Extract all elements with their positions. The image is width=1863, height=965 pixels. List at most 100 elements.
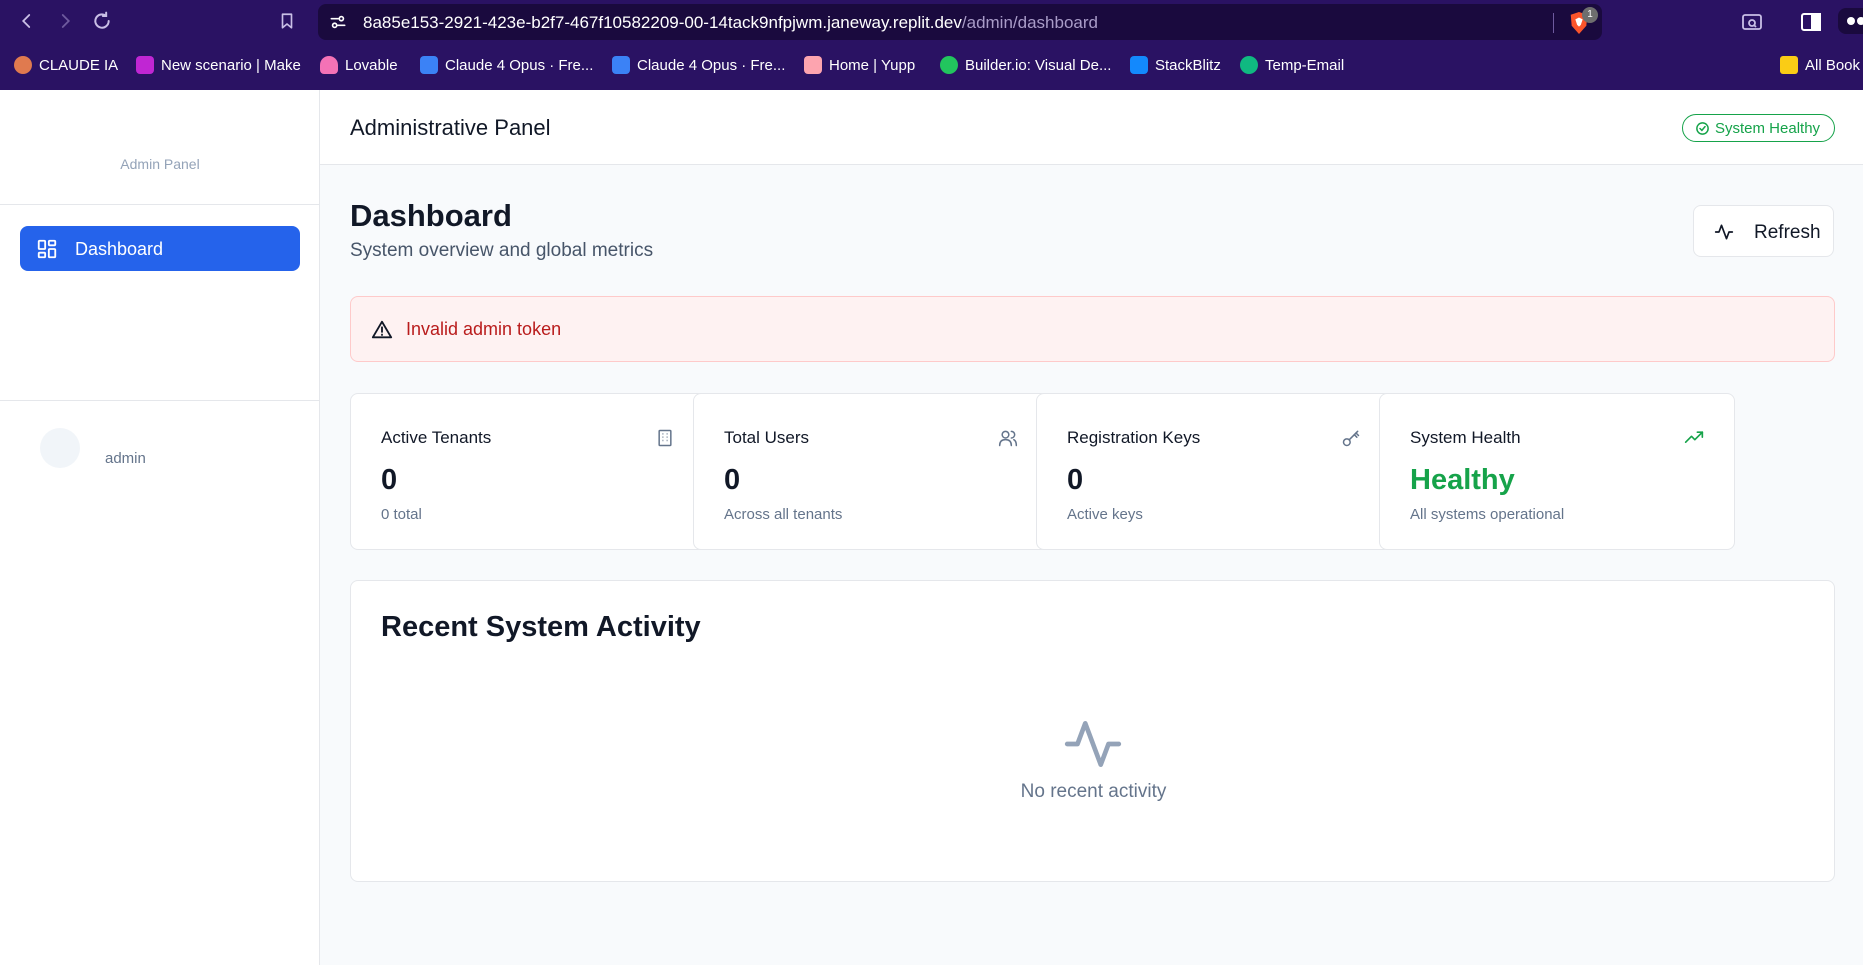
bookmark-item[interactable]: Builder.io: Visual De... xyxy=(940,53,1111,77)
back-button[interactable] xyxy=(14,8,40,34)
metric-value: 0 xyxy=(1067,464,1084,496)
sidebar-toggle-icon[interactable] xyxy=(1799,10,1823,34)
avatar[interactable] xyxy=(40,428,80,468)
bookmark-label: StackBlitz xyxy=(1155,56,1221,74)
bookmark-item[interactable]: Temp-Email xyxy=(1240,53,1344,77)
sidebar-title: Admin Panel xyxy=(120,156,200,172)
page-title: Dashboard xyxy=(350,198,512,233)
key-icon xyxy=(1342,430,1360,447)
trending-up-icon xyxy=(1684,431,1704,443)
profile-button[interactable] xyxy=(1838,8,1863,34)
app-header: Administrative Panel System Healthy xyxy=(320,90,1863,165)
url-path: /admin/dashboard xyxy=(961,13,1098,32)
sidebar-item-dashboard[interactable]: Dashboard xyxy=(20,226,300,271)
metric-title: Registration Keys xyxy=(1067,428,1201,447)
metric-card-users: Total Users 0 Across all tenants xyxy=(693,393,1049,550)
stackblitz-icon xyxy=(1130,56,1148,74)
site-settings-icon[interactable] xyxy=(328,12,348,32)
metric-title: Active Tenants xyxy=(381,428,492,447)
builder-icon xyxy=(940,56,958,74)
metric-value: Healthy xyxy=(1410,464,1515,496)
refresh-label: Refresh xyxy=(1754,222,1821,243)
sidebar-item-label: Dashboard xyxy=(75,239,164,259)
bookmarks-bar: CLAUDE IA New scenario | Make Lovable Cl… xyxy=(0,50,1863,80)
bookmark-label: Builder.io: Visual De... xyxy=(965,56,1112,74)
status-text: System Healthy xyxy=(1715,120,1821,137)
metric-subtext: Across all tenants xyxy=(724,506,843,523)
ai-icon xyxy=(612,56,630,74)
bookmark-item[interactable]: Lovable xyxy=(320,53,398,77)
temp-email-icon xyxy=(1240,56,1258,74)
back-arrow-icon xyxy=(21,14,31,28)
metric-value: 0 xyxy=(381,464,398,496)
bookmark-item[interactable]: StackBlitz xyxy=(1130,53,1221,77)
bookmark-item[interactable]: Claude 4 Opus · Fre... xyxy=(612,53,785,77)
dashboard-grid-icon xyxy=(37,239,57,259)
bookmark-item[interactable]: CLAUDE IA xyxy=(14,53,118,77)
sidebar: Admin Panel Dashboard admin xyxy=(0,90,320,965)
metric-card-keys: Registration Keys 0 Active keys xyxy=(1036,393,1392,550)
activity-empty-text: No recent activity xyxy=(1020,781,1167,802)
sidebar-divider xyxy=(0,400,320,401)
refresh-button[interactable]: Refresh xyxy=(1693,205,1834,257)
bookmark-label: Temp-Email xyxy=(1265,56,1345,74)
yupp-icon xyxy=(804,56,822,74)
make-icon xyxy=(136,56,154,74)
metric-subtext: Active keys xyxy=(1067,506,1143,523)
bookmark-item[interactable]: New scenario | Make xyxy=(136,53,301,77)
bookmark-label: All Book xyxy=(1805,56,1861,74)
address-divider xyxy=(1553,13,1554,33)
header-title: Administrative Panel xyxy=(350,115,551,140)
browser-toolbar: 8a85e153-2921-423e-b2f7-467f10582209-00-… xyxy=(0,0,1863,42)
user-name: admin xyxy=(105,450,146,467)
bookmark-label: Home | Yupp xyxy=(829,56,916,74)
bookmark-label: New scenario | Make xyxy=(161,56,301,74)
forward-arrow-icon xyxy=(61,14,71,28)
activity-pulse-icon xyxy=(1064,721,1122,767)
address-bar[interactable]: 8a85e153-2921-423e-b2f7-467f10582209-00-… xyxy=(318,4,1602,40)
tab-search-icon[interactable] xyxy=(1740,10,1764,34)
metric-title: System Health xyxy=(1410,428,1521,447)
users-icon xyxy=(998,430,1018,447)
claude-icon xyxy=(14,56,32,74)
lovable-icon xyxy=(320,56,338,74)
metric-title: Total Users xyxy=(724,428,810,447)
check-circle-icon xyxy=(1696,122,1709,135)
shield-count-badge: 1 xyxy=(1582,7,1598,23)
bookmark-page-button[interactable] xyxy=(274,8,300,34)
metric-card-tenants: Active Tenants 0 0 total xyxy=(350,393,706,550)
alert-text: Invalid admin token xyxy=(406,319,562,339)
warning-triangle-icon xyxy=(371,320,393,339)
reload-button[interactable] xyxy=(89,8,115,34)
bookmark-label: Claude 4 Opus · Fre... xyxy=(637,56,786,74)
activity-title: Recent System Activity xyxy=(381,611,701,643)
sidebar-divider xyxy=(0,204,320,205)
main-content: Administrative Panel System Healthy Dash… xyxy=(320,90,1863,965)
page-subtitle: System overview and global metrics xyxy=(350,240,654,261)
bookmark-label: Lovable xyxy=(345,56,398,74)
status-badge: System Healthy xyxy=(1682,114,1835,142)
activity-icon xyxy=(1714,224,1734,240)
bookmark-item[interactable]: All Book xyxy=(1780,53,1860,77)
recent-activity-panel: Recent System Activity No recent activit… xyxy=(350,580,1835,882)
url-host: 8a85e153-2921-423e-b2f7-467f10582209-00-… xyxy=(363,13,962,32)
glasses-icon xyxy=(1847,17,1863,25)
reload-icon xyxy=(94,11,110,29)
forward-button[interactable] xyxy=(52,8,78,34)
folder-icon xyxy=(1780,56,1798,74)
ai-icon xyxy=(420,56,438,74)
admin-app: Admin Panel Dashboard admin Administrati… xyxy=(0,90,1863,965)
bookmark-icon xyxy=(281,13,293,29)
metric-value: 0 xyxy=(724,464,741,496)
browser-chrome: 8a85e153-2921-423e-b2f7-467f10582209-00-… xyxy=(0,0,1863,90)
url-text[interactable]: 8a85e153-2921-423e-b2f7-467f10582209-00-… xyxy=(363,13,1098,33)
error-alert: Invalid admin token xyxy=(350,296,1835,362)
metric-card-health: System Health Healthy All systems operat… xyxy=(1379,393,1735,550)
bookmark-label: Claude 4 Opus · Fre... xyxy=(445,56,594,74)
metric-subtext: 0 total xyxy=(381,506,422,523)
bookmark-item[interactable]: Home | Yupp xyxy=(804,53,915,77)
building-icon xyxy=(658,429,672,447)
bookmark-label: CLAUDE IA xyxy=(39,56,119,74)
metric-subtext: All systems operational xyxy=(1410,506,1565,523)
bookmark-item[interactable]: Claude 4 Opus · Fre... xyxy=(420,53,593,77)
